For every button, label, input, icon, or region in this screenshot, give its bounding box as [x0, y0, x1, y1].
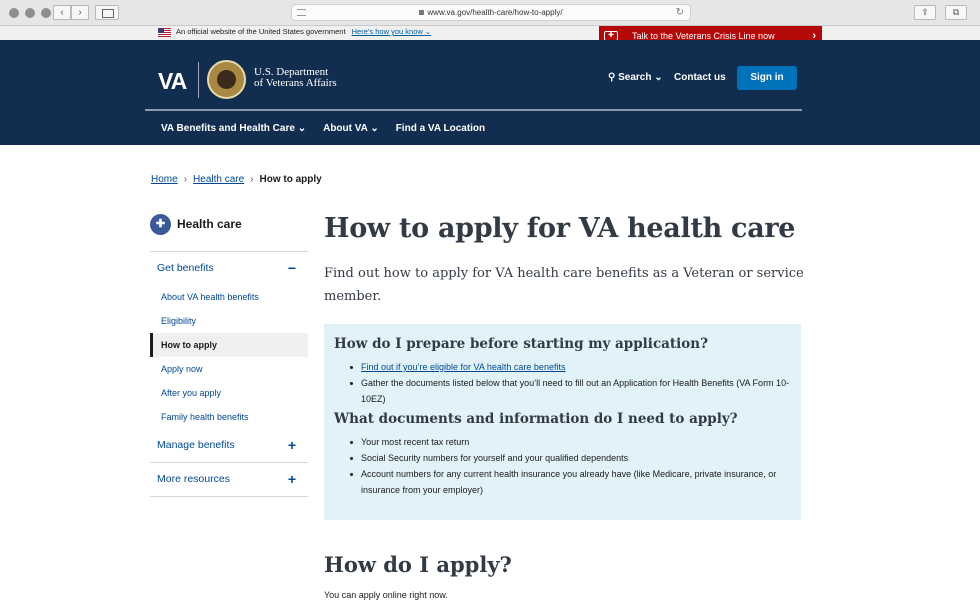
info-box: How do I prepare before starting my appl… — [324, 324, 801, 520]
lead-paragraph: Find out how to apply for VA health care… — [324, 266, 804, 304]
lock-icon — [419, 10, 425, 15]
sign-in-button[interactable]: Sign in — [737, 66, 797, 90]
gov-banner-label: An official website of the United States… — [176, 27, 346, 36]
va-seal-icon — [207, 60, 246, 99]
list-item: Your most recent tax return — [350, 434, 791, 450]
chevron-down-icon: ⌄ — [370, 123, 379, 134]
main-nav: VA Benefits and Health Care ⌄ About VA ⌄… — [161, 123, 502, 134]
documents-list: Your most recent tax return Social Secur… — [350, 434, 791, 498]
sidenav-item-how-to-apply[interactable]: How to apply — [150, 333, 308, 357]
va-logo[interactable]: VA — [158, 68, 187, 95]
plus-icon: + — [287, 437, 296, 453]
gov-banner: An official website of the United States… — [0, 26, 980, 40]
list-item: Gather the documents listed below that y… — [350, 375, 791, 407]
page-title: How to apply for VA health care — [324, 213, 796, 244]
heres-how-you-know-link[interactable]: Here’s how you know ⌄ — [352, 27, 432, 36]
chevron-down-icon: ⌄ — [297, 123, 307, 134]
list-item: Find out if you’re eligible for VA healt… — [350, 359, 791, 375]
breadcrumb-health-care[interactable]: Health care — [193, 174, 244, 185]
nav-label: About VA — [323, 123, 368, 134]
how-to-apply-heading: How do I apply? — [324, 552, 512, 577]
sidenav-title-label: Health care — [177, 217, 242, 231]
list-item: Account numbers for any current health i… — [350, 466, 791, 498]
window-controls — [9, 8, 51, 18]
breadcrumb-home[interactable]: Home — [151, 174, 178, 185]
sidenav-item-family[interactable]: Family health benefits — [150, 405, 308, 429]
sidenav-section-more-resources[interactable]: More resources + — [150, 463, 308, 496]
prepare-heading: How do I prepare before starting my appl… — [334, 336, 708, 352]
nav-about-va[interactable]: About VA ⌄ — [323, 123, 379, 134]
reader-icon[interactable] — [297, 9, 306, 16]
sidenav-divider — [150, 496, 308, 497]
department-name: U.S. Department of Veterans Affairs — [254, 67, 337, 89]
nav-label: VA Benefits and Health Care — [161, 123, 295, 134]
sidenav-section-manage-benefits[interactable]: Manage benefits + — [150, 429, 308, 462]
header-divider — [145, 109, 802, 111]
url-text: www.va.gov/health-care/how-to-apply/ — [427, 8, 563, 17]
sidenav-item-about[interactable]: About VA health benefits — [150, 285, 308, 309]
medkit-icon: ✚ — [150, 214, 171, 235]
sidenav-item-eligibility[interactable]: Eligibility — [150, 309, 308, 333]
chevron-down-icon: ⌄ — [654, 72, 663, 83]
us-flag-icon — [158, 28, 171, 37]
apply-online-text: You can apply online right now. — [324, 590, 448, 600]
heres-how-you-know-label: Here’s how you know — [351, 27, 423, 36]
search-label: Search — [618, 72, 652, 83]
sidenav-item-apply-now[interactable]: Apply now — [150, 357, 308, 381]
section-label: Manage benefits — [157, 439, 235, 451]
minus-icon: − — [287, 260, 296, 276]
breadcrumb-separator: › — [183, 174, 188, 185]
plus-icon: + — [287, 471, 296, 487]
search-button[interactable]: ⚲ Search ⌄ — [608, 72, 663, 83]
reload-icon[interactable]: ↻ — [676, 5, 684, 20]
breadcrumb-separator: › — [250, 174, 254, 185]
nav-benefits-health-care[interactable]: VA Benefits and Health Care ⌄ — [161, 123, 306, 134]
share-icon[interactable]: ⇪ — [914, 5, 936, 20]
zoom-window-button[interactable] — [41, 8, 51, 18]
dept-line-2: of Veterans Affairs — [254, 77, 337, 89]
breadcrumb-current: How to apply — [259, 174, 322, 185]
minimize-window-button[interactable] — [25, 8, 35, 18]
site-header: VA U.S. Department of Veterans Affairs ⚲… — [0, 40, 980, 145]
history-buttons: ‹ › — [53, 5, 89, 20]
list-item: Social Security numbers for yourself and… — [350, 450, 791, 466]
browser-toolbar: ‹ › www.va.gov/health-care/how-to-apply/… — [0, 0, 980, 26]
address-bar[interactable]: www.va.gov/health-care/how-to-apply/ ↻ — [291, 4, 691, 21]
logo-divider — [198, 62, 199, 98]
back-icon[interactable]: ‹ — [53, 5, 71, 20]
nav-find-location[interactable]: Find a VA Location — [396, 123, 485, 134]
sidenav-item-after-you-apply[interactable]: After you apply — [150, 381, 308, 405]
forward-icon[interactable]: › — [71, 5, 89, 20]
browser-actions: ⇪ ⧉ — [914, 5, 967, 20]
side-navigation: ✚ Health care Get benefits − About VA he… — [150, 212, 308, 497]
gov-banner-text: An official website of the United States… — [176, 27, 431, 36]
close-window-button[interactable] — [9, 8, 19, 18]
breadcrumb: Home › Health care › How to apply — [151, 174, 322, 185]
sidenav-title: ✚ Health care — [150, 212, 308, 252]
section-label: More resources — [157, 473, 230, 485]
contact-us-link[interactable]: Contact us — [674, 72, 726, 83]
sidebar-toggle-icon[interactable] — [95, 5, 119, 20]
sidenav-section-get-benefits[interactable]: Get benefits − — [150, 252, 308, 285]
section-label: Get benefits — [157, 262, 214, 274]
prepare-list: Find out if you’re eligible for VA healt… — [350, 359, 791, 407]
documents-heading: What documents and information do I need… — [334, 411, 738, 427]
eligibility-link[interactable]: Find out if you’re eligible for VA healt… — [361, 362, 565, 372]
tabs-icon[interactable]: ⧉ — [945, 5, 967, 20]
